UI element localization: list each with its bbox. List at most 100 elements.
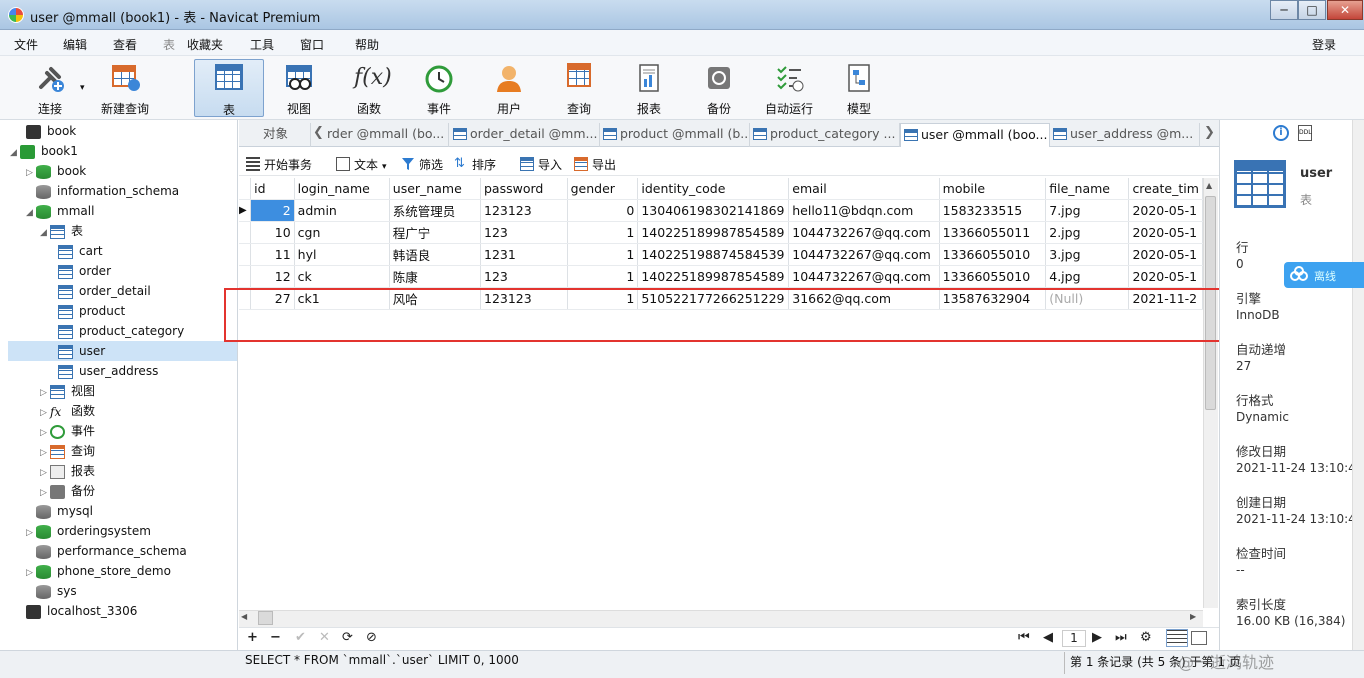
stop-icon[interactable]: ⊘	[366, 630, 377, 645]
table-row[interactable]: ▶ 2 admin 系统管理员 123123 0 130406198302141…	[239, 199, 1203, 222]
table-cell[interactable]: 13366055010	[939, 243, 1047, 266]
table-cell[interactable]: 2.jpg	[1045, 221, 1130, 244]
prev-page-icon[interactable]: ◀	[1043, 630, 1053, 645]
toolbar-report-button[interactable]: 报表	[620, 59, 678, 117]
ddl-icon[interactable]: DDL	[1298, 125, 1312, 141]
import-button[interactable]: 导入	[518, 156, 562, 173]
table-cell[interactable]: 1	[567, 243, 639, 266]
menu-view[interactable]: 查看	[113, 36, 137, 53]
table-row[interactable]: 12 ck 陈康 123 1 140225189987854589 104473…	[239, 265, 1203, 288]
table-cell[interactable]: ck	[294, 265, 390, 288]
toolbar-backup-button[interactable]: 备份	[690, 59, 748, 117]
minimize-button[interactable]: ─	[1270, 0, 1298, 20]
table-cell[interactable]: cgn	[294, 221, 390, 244]
tab-order-detail[interactable]: order_detail @mm...	[450, 123, 600, 147]
tab-scroll-left-icon[interactable]: ❮	[313, 125, 324, 140]
table-cell[interactable]: 10	[250, 221, 295, 244]
next-page-icon[interactable]: ▶	[1092, 630, 1102, 645]
login-link[interactable]: 登录	[1312, 36, 1336, 53]
settings-icon[interactable]: ⚙	[1140, 630, 1152, 645]
table-cell[interactable]: 123123	[480, 199, 568, 222]
tree-item-order[interactable]: order	[8, 261, 237, 281]
table-row[interactable]: 11 hyl 韩语良 1231 1 140225198874584539 104…	[239, 243, 1203, 266]
scroll-up-icon[interactable]: ▲	[1206, 181, 1212, 190]
tree-item-book[interactable]: book	[8, 121, 237, 141]
column-header[interactable]: identity_code	[637, 178, 790, 200]
tree-item-user-address[interactable]: user_address	[8, 361, 237, 381]
export-button[interactable]: 导出	[572, 156, 616, 173]
toolbar-function-button[interactable]: f(x) 函数	[340, 59, 398, 117]
column-header[interactable]: password	[480, 178, 568, 200]
table-cell[interactable]: hyl	[294, 243, 390, 266]
tree-item-reports[interactable]: ▷ 报表	[8, 461, 237, 481]
form-view-toggle-icon[interactable]	[1191, 631, 1207, 645]
table-cell[interactable]: 4.jpg	[1045, 265, 1130, 288]
close-button[interactable]: ✕	[1327, 0, 1363, 20]
text-mode-button[interactable]: 文本 ▾	[334, 156, 387, 173]
row-selector[interactable]	[239, 243, 252, 266]
table-cell[interactable]: 13366055011	[939, 221, 1047, 244]
tab-product-category[interactable]: product_category ...	[750, 123, 900, 147]
tree-item-mysql[interactable]: mysql	[8, 501, 237, 521]
tree-item-product[interactable]: product	[8, 301, 237, 321]
tree-item-phone-store-demo[interactable]: ▷ phone_store_demo	[8, 561, 237, 581]
tree-item-localhost[interactable]: localhost_3306	[8, 601, 237, 621]
maximize-button[interactable]: □	[1298, 0, 1326, 20]
tree-item-queries[interactable]: ▷ 查询	[8, 441, 237, 461]
toolbar-table-button[interactable]: 表	[194, 59, 264, 117]
tree-item-cart[interactable]: cart	[8, 241, 237, 261]
tab-scroll-right-icon[interactable]: ❯	[1204, 125, 1215, 140]
toolbar-event-button[interactable]: 事件	[410, 59, 468, 117]
table-cell[interactable]: 140225198874584539	[637, 243, 790, 266]
toolbar-view-button[interactable]: 视图	[270, 59, 328, 117]
table-cell[interactable]: 系统管理员	[389, 199, 482, 222]
tree-item-tables-folder[interactable]: ◢ 表	[8, 221, 237, 241]
tab-order[interactable]: rder @mmall (bo...	[325, 123, 449, 147]
toolbar-model-button[interactable]: 模型	[830, 59, 888, 117]
menu-window[interactable]: 窗口	[300, 36, 324, 53]
last-page-icon[interactable]: ⏭	[1115, 630, 1127, 645]
tab-product[interactable]: product @mmall (b...	[600, 123, 750, 147]
tree-item-backups[interactable]: ▷ 备份	[8, 481, 237, 501]
menu-table[interactable]: 表	[163, 36, 175, 53]
discard-changes-icon[interactable]: ✕	[319, 630, 330, 645]
column-header[interactable]: create_tim	[1128, 178, 1203, 200]
connection-dropdown-icon[interactable]: ▾	[80, 83, 85, 93]
grid-horizontal-scrollbar[interactable]	[239, 610, 1203, 627]
horizontal-scroll-thumb[interactable]	[258, 611, 273, 625]
table-cell[interactable]: 1	[567, 265, 639, 288]
panel-scrollbar[interactable]	[1352, 120, 1364, 650]
delete-record-icon[interactable]: −	[270, 630, 281, 645]
begin-transaction-button[interactable]: 开始事务	[244, 156, 312, 173]
table-cell[interactable]: admin	[294, 199, 390, 222]
table-cell[interactable]: 123	[480, 265, 568, 288]
scroll-right-icon[interactable]: ▶	[1190, 612, 1196, 621]
tree-item-information-schema[interactable]: information_schema	[8, 181, 237, 201]
table-cell[interactable]: 韩语良	[389, 243, 482, 266]
row-selector[interactable]	[239, 265, 252, 288]
add-record-icon[interactable]: +	[247, 630, 258, 645]
tree-item-sys[interactable]: sys	[8, 581, 237, 601]
table-cell[interactable]: 130406198302141869	[637, 199, 790, 222]
page-number-input[interactable]: 1	[1062, 630, 1086, 647]
table-cell[interactable]: 1583233515	[939, 199, 1047, 222]
toolbar-connection-button[interactable]: 连接	[22, 59, 78, 117]
grid-view-toggle-icon[interactable]	[1166, 629, 1188, 647]
menu-edit[interactable]: 编辑	[63, 36, 87, 53]
apply-changes-icon[interactable]: ✔	[295, 630, 306, 645]
tab-user[interactable]: user @mmall (boo...	[900, 123, 1050, 147]
table-cell[interactable]: 2020-05-1	[1128, 221, 1203, 244]
row-selector[interactable]	[239, 221, 252, 244]
table-cell[interactable]: 140225189987854589	[637, 221, 790, 244]
tree-item-book1[interactable]: ◢ book1	[8, 141, 237, 161]
table-cell[interactable]: 7.jpg	[1045, 199, 1130, 222]
menu-file[interactable]: 文件	[14, 36, 38, 53]
table-cell[interactable]: 123	[480, 221, 568, 244]
table-cell[interactable]: 1044732267@qq.com	[788, 243, 940, 266]
toolbar-user-button[interactable]: 用户	[480, 59, 538, 117]
table-cell[interactable]: 1	[567, 221, 639, 244]
menu-help[interactable]: 帮助	[355, 36, 379, 53]
menu-favorites[interactable]: 收藏夹	[187, 36, 223, 53]
column-header[interactable]: gender	[567, 178, 639, 200]
tree-item-db-book[interactable]: ▷ book	[8, 161, 237, 181]
